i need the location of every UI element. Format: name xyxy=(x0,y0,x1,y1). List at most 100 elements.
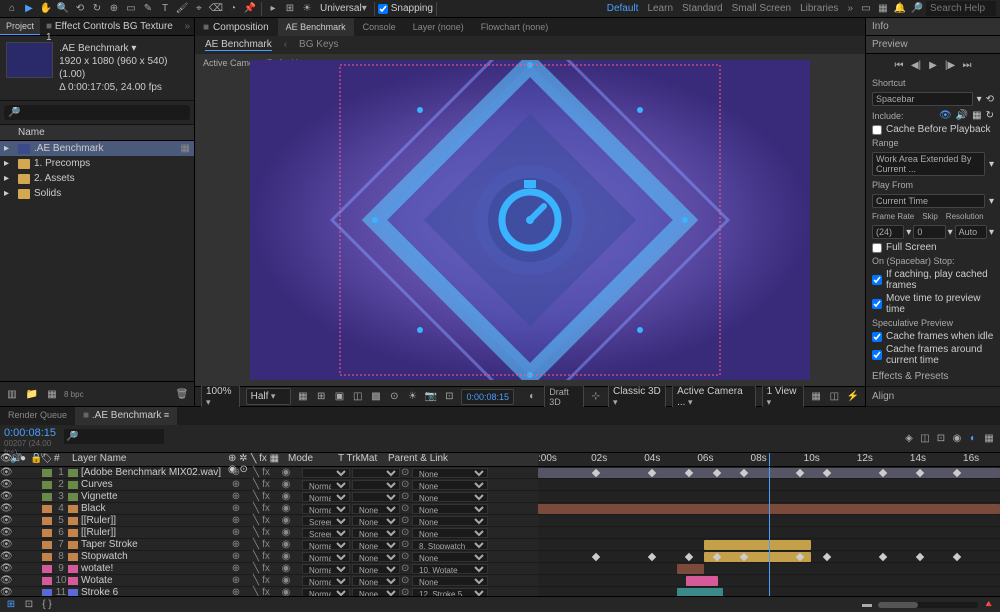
blend-mode-dropdown[interactable]: Normal xyxy=(302,492,350,502)
timeline-layer[interactable]: 👁 3 Vignette ⊕╲fx◉ Normal ⊙ None xyxy=(0,491,538,503)
shortcut-dropdown[interactable]: Spacebar xyxy=(872,92,973,106)
local-axis-icon[interactable]: ⊞ xyxy=(282,1,298,17)
workspace-libraries[interactable]: Libraries xyxy=(796,1,842,16)
grid-icon[interactable]: ▦ xyxy=(297,390,309,404)
tab-project[interactable]: Project xyxy=(0,18,40,35)
rect-tool-icon[interactable]: ▭ xyxy=(123,1,139,17)
zoom-in-icon[interactable]: 🔺 xyxy=(982,598,996,612)
blend-mode-dropdown[interactable]: Screen xyxy=(302,528,350,538)
keyframe[interactable] xyxy=(953,553,961,561)
workspace-standard[interactable]: Standard xyxy=(678,1,727,16)
include-video-icon[interactable]: 👁 xyxy=(939,110,952,121)
world-axis-icon[interactable]: ☀ xyxy=(299,1,315,17)
visibility-toggle[interactable]: 👁 xyxy=(0,551,10,562)
transparency-icon[interactable]: ▩ xyxy=(370,390,382,404)
label-color[interactable] xyxy=(42,505,52,513)
layer-name[interactable]: Stopwatch xyxy=(81,551,231,562)
layer-name[interactable]: Vignette xyxy=(81,491,231,502)
parent-dropdown[interactable]: 12. Stroke 5 xyxy=(412,588,488,597)
workspace-small-screen[interactable]: Small Screen xyxy=(728,1,795,16)
tab-composition[interactable]: ■Composition xyxy=(195,18,277,36)
tab-console[interactable]: Console xyxy=(355,18,404,36)
tab-layer[interactable]: Layer (none) xyxy=(405,18,472,36)
blend-mode-dropdown[interactable]: Normal xyxy=(302,552,350,562)
timeline-layer[interactable]: 👁 11 Stroke 6 ⊕╲fx◉ Normal None ⊙ 12. St… xyxy=(0,587,538,596)
trkmat-dropdown[interactable] xyxy=(352,468,400,478)
project-item[interactable]: ▸.AE Benchmark▦ xyxy=(0,141,194,156)
project-item[interactable]: ▸2. Assets xyxy=(0,171,194,186)
keyframe[interactable] xyxy=(648,553,656,561)
project-item[interactable]: ▸Solids xyxy=(0,186,194,201)
play-icon[interactable]: ▶ xyxy=(926,58,940,72)
layer-bar[interactable] xyxy=(686,576,718,586)
trkmat-dropdown[interactable] xyxy=(352,492,400,502)
tab-effect-controls[interactable]: ■ Effect Controls BG Texture 1 xyxy=(40,18,180,35)
keyframe[interactable] xyxy=(879,553,887,561)
parent-dropdown[interactable]: None xyxy=(412,480,488,490)
label-color[interactable] xyxy=(42,541,52,549)
layer-name[interactable]: [[Ruler]] xyxy=(81,527,231,538)
tab-flowchart[interactable]: Flowchart (none) xyxy=(473,18,557,36)
cache-around-checkbox[interactable] xyxy=(872,350,882,360)
timeline-zoom-slider[interactable] xyxy=(878,602,978,608)
search-help-input[interactable] xyxy=(926,1,996,16)
keyframe[interactable] xyxy=(916,553,924,561)
trkmat-dropdown[interactable]: None xyxy=(352,576,400,586)
graph-editor-icon[interactable]: ▦ xyxy=(982,432,996,446)
visibility-toggle[interactable]: 👁 xyxy=(0,587,10,596)
anchor-tool-icon[interactable]: ⊕ xyxy=(106,1,122,17)
pen-tool-icon[interactable]: ✎ xyxy=(140,1,156,17)
parent-dropdown[interactable]: None xyxy=(412,468,488,478)
frame-blend-icon[interactable]: ◉ xyxy=(950,432,964,446)
expand-icon[interactable]: ⊡ xyxy=(22,598,36,612)
prev-frame-icon[interactable]: ◀| xyxy=(909,58,923,72)
fullscreen-checkbox[interactable] xyxy=(872,243,882,253)
label-color[interactable] xyxy=(42,517,52,525)
visibility-toggle[interactable]: 👁 xyxy=(0,563,10,574)
text-tool-icon[interactable]: T xyxy=(157,1,173,17)
workspace-learn[interactable]: Learn xyxy=(643,1,677,16)
visibility-toggle[interactable]: 👁 xyxy=(0,527,10,538)
trkmat-dropdown[interactable]: None xyxy=(352,540,400,550)
timeline-layer[interactable]: 👁 8 Stopwatch ⊕╲fx◉ Normal None ⊙ None xyxy=(0,551,538,563)
draft3d-label[interactable]: Draft 3D xyxy=(544,384,583,410)
resolution-dropdown[interactable]: Auto xyxy=(955,225,987,239)
brush-tool-icon[interactable]: 🖌 xyxy=(174,1,190,17)
guides-icon[interactable]: ⊞ xyxy=(315,390,327,404)
visibility-toggle[interactable]: 👁 xyxy=(0,515,10,526)
layer-name[interactable]: [Adobe Benchmark MIX02.wav] xyxy=(81,467,231,478)
align-panel[interactable]: Align xyxy=(866,387,1000,407)
zoom-out-icon[interactable]: ▬ xyxy=(860,598,874,612)
parent-dropdown[interactable]: None xyxy=(412,492,488,502)
timeline-ruler[interactable]: :00s02s04s06s08s10s12s14s16s xyxy=(538,453,1000,467)
toggle-switches-icon[interactable]: ⊞ xyxy=(4,598,18,612)
viewer-timecode[interactable]: 0:00:08:15 xyxy=(461,389,514,405)
blend-mode-dropdown[interactable]: Normal xyxy=(302,564,350,574)
orbit-tool-icon[interactable]: ⟲ xyxy=(72,1,88,17)
search-icon[interactable]: 🔎 xyxy=(909,1,925,17)
project-item[interactable]: ▸1. Precomps xyxy=(0,156,194,171)
roto-tool-icon[interactable]: ◔ xyxy=(225,1,241,17)
shy-icon[interactable]: ⊡ xyxy=(934,432,948,446)
parent-dropdown[interactable]: None xyxy=(412,504,488,514)
mask-icon[interactable]: ▣ xyxy=(333,390,345,404)
label-color[interactable] xyxy=(42,577,52,585)
notif-icon[interactable]: 🔔 xyxy=(892,1,908,17)
trkmat-dropdown[interactable]: None xyxy=(352,564,400,574)
visibility-toggle[interactable]: 👁 xyxy=(0,491,10,502)
timeline-layer[interactable]: 👁 2 Curves ⊕╲fx◉ Normal ⊙ None xyxy=(0,479,538,491)
tab-timeline-ae[interactable]: ■ .AE Benchmark ≡ xyxy=(75,407,177,425)
home-icon[interactable]: ⌂ xyxy=(4,1,20,17)
preview-panel-header[interactable]: Preview xyxy=(866,36,1000,54)
sync-icon[interactable]: ▦ xyxy=(875,1,891,17)
cc-icon[interactable]: ▭ xyxy=(858,1,874,17)
blend-mode-dropdown[interactable]: Normal xyxy=(302,588,350,597)
bpc-indicator[interactable]: 8 bpc xyxy=(64,390,84,399)
keyframe[interactable] xyxy=(592,553,600,561)
timeline-layer[interactable]: 👁 6 [[Ruler]] ⊕╲fx◉ Screen None ⊙ None xyxy=(0,527,538,539)
subtab-bg-keys[interactable]: BG Keys xyxy=(299,39,338,51)
blend-mode-dropdown[interactable]: Normal xyxy=(302,540,350,550)
trkmat-dropdown[interactable]: None xyxy=(352,552,400,562)
first-frame-icon[interactable]: ⏮ xyxy=(892,58,906,72)
layer-name[interactable]: Wotate xyxy=(81,575,231,586)
